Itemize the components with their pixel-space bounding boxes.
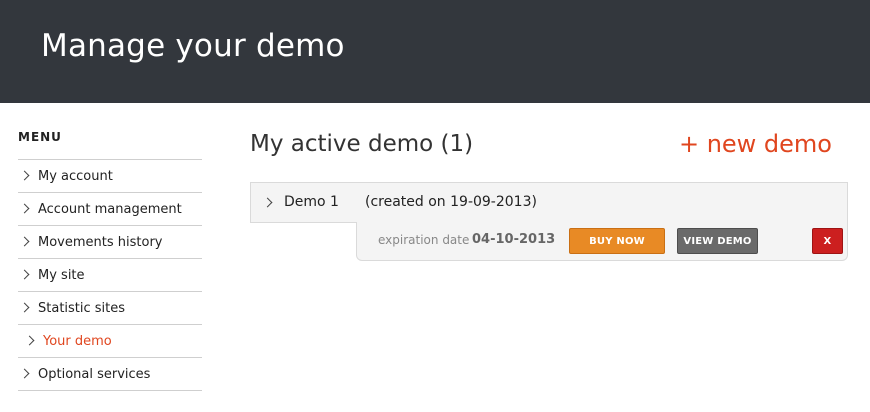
chevron-right-icon <box>19 203 30 214</box>
sidebar-item-statistic-sites[interactable]: Statistic sites <box>18 292 202 325</box>
sidebar-item-optional-services[interactable]: Optional services <box>18 358 202 391</box>
delete-demo-button[interactable]: X <box>812 228 843 254</box>
menu-heading: MENU <box>18 128 202 160</box>
sidebar-item-label: Account management <box>38 202 182 217</box>
sidebar-item-label: My site <box>38 268 85 283</box>
chevron-right-icon <box>19 368 30 379</box>
sidebar-menu: MENU My account Account management Movem… <box>18 128 202 391</box>
sidebar-item-label: Statistic sites <box>38 301 126 316</box>
chevron-right-icon <box>19 170 30 181</box>
chevron-right-icon <box>19 236 30 247</box>
sidebar-item-label: Your demo <box>43 334 112 349</box>
sidebar-item-your-demo[interactable]: Your demo <box>18 325 202 358</box>
expiration-label: expiration date <box>378 233 470 247</box>
chevron-right-icon <box>19 302 30 313</box>
page-title: Manage your demo <box>41 28 345 64</box>
chevron-right-icon <box>19 269 30 280</box>
view-demo-button[interactable]: VIEW DEMO <box>677 228 758 254</box>
demo-details-panel: expiration date 04-10-2013 BUY NOW VIEW … <box>356 222 848 261</box>
sidebar-item-label: Optional services <box>38 367 151 382</box>
sidebar-item-movements-history[interactable]: Movements history <box>18 226 202 259</box>
chevron-right-icon <box>262 197 273 208</box>
new-demo-link[interactable]: + new demo <box>679 130 832 158</box>
sidebar-item-account-management[interactable]: Account management <box>18 193 202 226</box>
expiration-value: 04-10-2013 <box>472 232 556 247</box>
buy-now-button[interactable]: BUY NOW <box>569 228 665 254</box>
chevron-right-icon <box>24 335 35 346</box>
sidebar-item-my-account[interactable]: My account <box>18 160 202 193</box>
sidebar-item-my-site[interactable]: My site <box>18 259 202 292</box>
demo-row-toggle[interactable]: Demo 1 (created on 19-09-2013) <box>250 182 848 223</box>
demo-created-date: (created on 19-09-2013) <box>365 194 537 210</box>
sidebar-item-label: My account <box>38 169 113 184</box>
demo-name: Demo 1 <box>284 194 339 210</box>
section-title: My active demo (1) <box>250 131 474 157</box>
sidebar-item-label: Movements history <box>38 235 163 250</box>
page-header: Manage your demo <box>0 0 870 103</box>
